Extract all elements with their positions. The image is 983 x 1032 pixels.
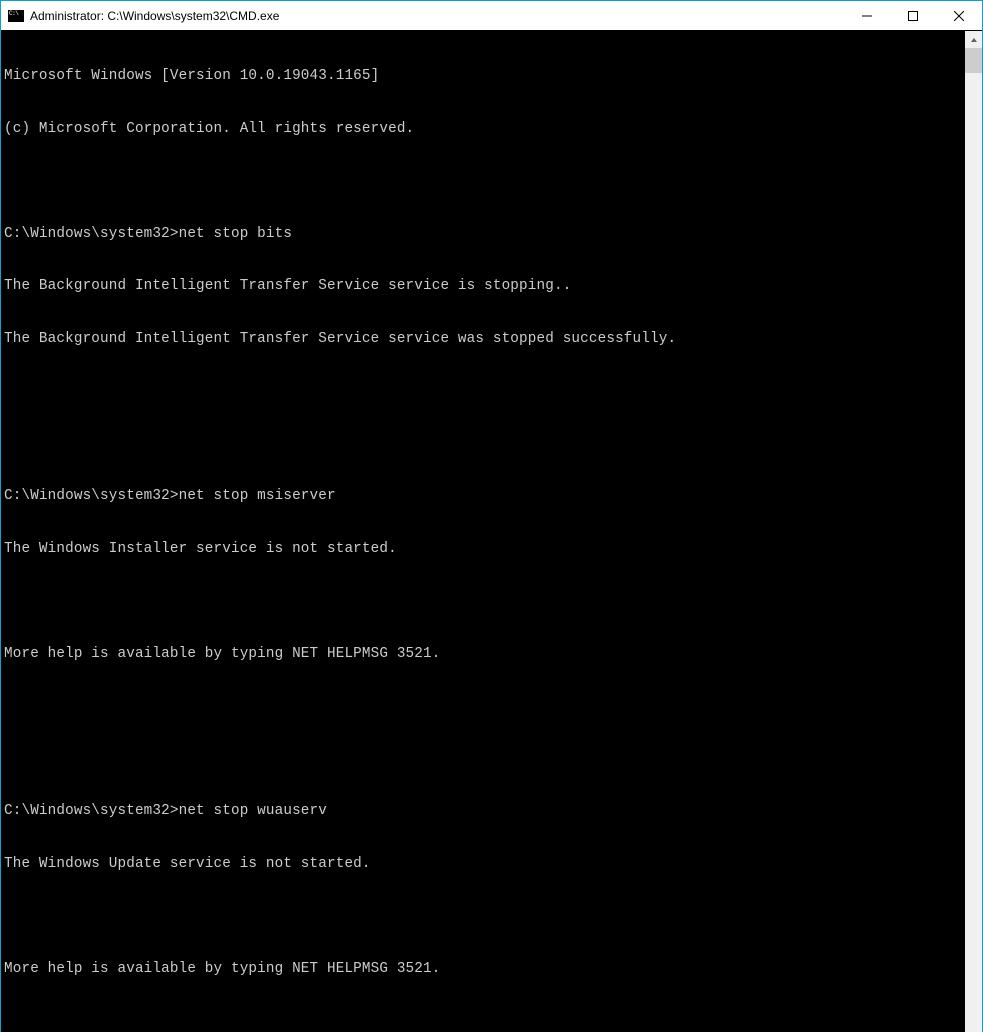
maximize-icon xyxy=(908,11,918,21)
cmd-icon xyxy=(8,10,24,22)
close-button[interactable] xyxy=(936,1,982,30)
maximize-button[interactable] xyxy=(890,1,936,30)
terminal-line: More help is available by typing NET HEL… xyxy=(4,961,965,979)
scroll-up-button[interactable] xyxy=(965,31,982,48)
terminal-line xyxy=(4,698,965,716)
terminal-line: The Background Intelligent Transfer Serv… xyxy=(4,331,965,349)
window-title: Administrator: C:\Windows\system32\CMD.e… xyxy=(30,1,844,31)
terminal-line xyxy=(4,908,965,926)
terminal-container: Microsoft Windows [Version 10.0.19043.11… xyxy=(1,31,982,1032)
terminal-line: Microsoft Windows [Version 10.0.19043.11… xyxy=(4,68,965,86)
terminal-line: More help is available by typing NET HEL… xyxy=(4,646,965,664)
terminal-line xyxy=(4,383,965,401)
terminal-line: (c) Microsoft Corporation. All rights re… xyxy=(4,121,965,139)
titlebar-buttons xyxy=(844,1,982,30)
close-icon xyxy=(954,11,964,21)
terminal-line: C:\Windows\system32>net stop msiserver xyxy=(4,488,965,506)
terminal-line xyxy=(4,173,965,191)
terminal-line: The Windows Installer service is not sta… xyxy=(4,541,965,559)
minimize-button[interactable] xyxy=(844,1,890,30)
scroll-thumb[interactable] xyxy=(965,48,982,73)
terminal-line: C:\Windows\system32>net stop wuauserv xyxy=(4,803,965,821)
minimize-icon xyxy=(862,11,872,21)
terminal-line: C:\Windows\system32>net stop bits xyxy=(4,226,965,244)
terminal[interactable]: Microsoft Windows [Version 10.0.19043.11… xyxy=(1,31,965,1032)
chevron-up-icon xyxy=(970,36,978,44)
terminal-line: The Background Intelligent Transfer Serv… xyxy=(4,278,965,296)
scrollbar[interactable] xyxy=(965,31,982,1032)
terminal-line xyxy=(4,1013,965,1031)
terminal-line xyxy=(4,593,965,611)
scroll-track[interactable] xyxy=(965,48,982,1032)
terminal-line: The Windows Update service is not starte… xyxy=(4,856,965,874)
terminal-line xyxy=(4,751,965,769)
titlebar[interactable]: Administrator: C:\Windows\system32\CMD.e… xyxy=(1,1,982,31)
cmd-window: Administrator: C:\Windows\system32\CMD.e… xyxy=(1,1,982,515)
terminal-line xyxy=(4,436,965,454)
